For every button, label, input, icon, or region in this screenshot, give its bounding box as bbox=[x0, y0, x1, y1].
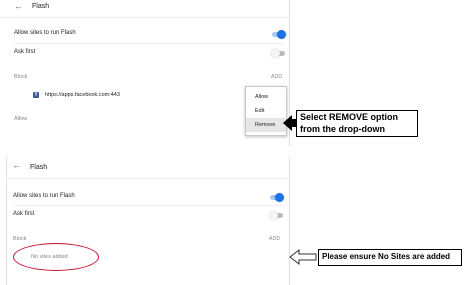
block-section-label: Block bbox=[13, 236, 27, 242]
no-sites-instruction-callout: Please ensure No Sites are added bbox=[318, 249, 462, 266]
callout-line-2: from the drop-down bbox=[300, 124, 385, 134]
allow-section-label: Allow bbox=[14, 116, 28, 122]
allow-flash-toggle[interactable] bbox=[272, 30, 286, 39]
facebook-icon: f bbox=[33, 92, 39, 98]
ask-first-toggle[interactable] bbox=[271, 49, 285, 58]
allow-flash-label: Allow sites to run Flash bbox=[13, 193, 75, 199]
ask-first-label: Ask first bbox=[14, 49, 36, 55]
empty-block-list-text: No sites added bbox=[31, 254, 68, 260]
hollow-arrow-icon bbox=[289, 249, 317, 265]
callout-line-1: Select REMOVE option bbox=[300, 112, 399, 122]
add-block-button[interactable]: ADD bbox=[271, 74, 282, 80]
blocked-site-url: https://apps.facebook.com:443 bbox=[45, 92, 120, 98]
arrow-left-icon[interactable]: ← bbox=[12, 160, 21, 170]
divider bbox=[13, 205, 283, 206]
ask-first-toggle[interactable] bbox=[269, 211, 283, 220]
menu-item-remove[interactable]: Remove bbox=[246, 118, 286, 132]
divider bbox=[0, 17, 289, 18]
site-actions-menu: Allow Edit Remove bbox=[245, 86, 287, 136]
callout-text: Please ensure No Sites are added bbox=[322, 252, 451, 261]
divider bbox=[6, 178, 289, 179]
panel-border-left bbox=[6, 157, 7, 285]
ask-first-label: Ask first bbox=[13, 211, 35, 217]
add-block-button[interactable]: ADD bbox=[269, 236, 280, 242]
page-title: Flash bbox=[30, 164, 48, 171]
page-title: Flash bbox=[32, 3, 50, 10]
block-section-label: Block bbox=[14, 74, 28, 80]
menu-item-allow[interactable]: Allow bbox=[246, 91, 286, 103]
allow-flash-label: Allow sites to run Flash bbox=[14, 30, 76, 36]
panel-border-right bbox=[289, 157, 290, 285]
divider bbox=[14, 43, 284, 44]
menu-item-edit[interactable]: Edit bbox=[246, 105, 286, 117]
remove-instruction-callout: Select REMOVE option from the drop-down bbox=[296, 110, 418, 137]
allow-flash-toggle[interactable] bbox=[270, 193, 284, 202]
arrow-left-icon[interactable]: ← bbox=[14, 1, 23, 11]
